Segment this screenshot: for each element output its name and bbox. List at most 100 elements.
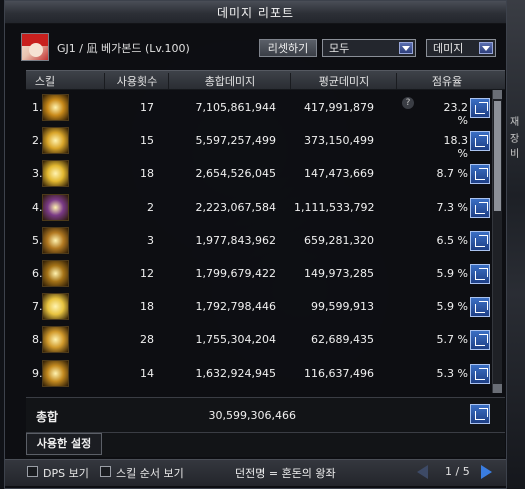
side-panel-text: 장비	[510, 134, 520, 160]
side-panel-edge: 재 장비	[507, 0, 525, 489]
share-icon[interactable]	[470, 330, 490, 351]
use-count: 18	[140, 167, 154, 181]
damage-share: 5.3 %	[436, 366, 468, 380]
table-row: 4. 2 2,223,067,584 1,111,533,792 7.3 %	[26, 191, 496, 224]
golden-burst-skill-icon	[42, 293, 69, 321]
share-icon[interactable]	[470, 297, 490, 318]
table-row: 9. 14 1,632,924,945 116,637,496 5.3 %	[26, 357, 496, 390]
average-damage: 62,689,435	[311, 333, 374, 347]
window-title: 데미지 리포트	[216, 6, 295, 20]
table-row: 1. 17 7,105,861,944 417,991,879 23.2 %	[26, 91, 496, 127]
side-panel-text: 재	[510, 117, 520, 128]
dungeon-name: 던전명 = 혼돈의 왕좌	[235, 467, 336, 480]
total-value: 30,599,306,466	[208, 409, 296, 422]
purple-warrior-skill-icon	[42, 193, 69, 221]
average-damage: 147,473,669	[304, 167, 374, 181]
share-icon[interactable]	[470, 264, 490, 284]
average-damage: 99,599,913	[311, 300, 374, 314]
average-damage: 149,973,285	[304, 267, 374, 280]
total-row: 총합 30,599,306,466	[26, 397, 505, 433]
column-header-count: 사용횟수	[104, 73, 169, 89]
golden-claw-skill-icon	[42, 326, 69, 354]
column-header-skill: 스킬	[34, 75, 56, 88]
damage-share: 8.7 %	[436, 167, 468, 181]
total-damage: 7,105,861,944	[195, 101, 276, 114]
table-row: 7. 18 1,792,798,446 99,599,913 5.9 %	[26, 290, 496, 323]
golden-slash-skill-icon	[42, 260, 69, 287]
character-name: GJ1 / 凪 베가본드 (Lv.100)	[57, 42, 190, 55]
window-titlebar[interactable]: 데미지 리포트	[5, 1, 506, 24]
filter-scope-value: 모두	[329, 42, 350, 55]
skill-order-checkbox[interactable]	[100, 466, 111, 477]
row-rank: 1.	[32, 101, 43, 114]
average-damage: 373,150,499	[304, 134, 374, 148]
use-count: 12	[140, 267, 154, 280]
total-damage: 2,654,526,045	[195, 167, 276, 181]
share-icon[interactable]	[470, 98, 490, 118]
dps-view-checkbox[interactable]	[27, 466, 38, 477]
use-count: 2	[147, 200, 154, 214]
share-icon[interactable]	[470, 131, 490, 152]
golden-wave-skill-icon	[42, 127, 69, 155]
scroll-thumb[interactable]	[494, 101, 501, 211]
share-icon[interactable]	[470, 404, 490, 424]
total-label: 총합	[36, 410, 59, 424]
settings-section: 사용한 설정	[26, 433, 505, 457]
table-row: 5. 3 1,977,843,962 659,281,320 6.5 %	[26, 224, 496, 257]
scroll-down-icon[interactable]	[493, 384, 502, 393]
damage-share: 5.9 %	[436, 267, 468, 280]
used-settings-tab[interactable]: 사용한 설정	[26, 433, 102, 455]
golden-shield-skill-icon	[42, 226, 69, 254]
filter-select-metric[interactable]: 데미지	[426, 39, 496, 57]
damage-report-window: 데미지 리포트 GJ1 / 凪 베가본드 (Lv.100) 리셋하기 모두 데미…	[4, 0, 507, 489]
share-icon[interactable]	[470, 197, 490, 218]
golden-cross-skill-icon	[42, 160, 69, 188]
row-rank: 6.	[32, 267, 43, 280]
damage-share: 23.2 %	[443, 101, 469, 127]
damage-share: 5.7 %	[436, 333, 468, 347]
damage-share: 7.3 %	[436, 200, 468, 214]
row-rank: 5.	[32, 233, 43, 247]
column-header-avg-damage: 평균데미지	[290, 73, 397, 89]
table-row: 3. 18 2,654,526,045 147,473,669 8.7 %	[26, 157, 496, 190]
damage-share: 5.9 %	[436, 300, 468, 314]
row-rank: 4.	[32, 200, 43, 214]
share-icon[interactable]	[470, 363, 490, 384]
average-damage: 116,637,496	[304, 366, 374, 380]
scroll-up-icon[interactable]	[493, 90, 502, 99]
use-count: 28	[140, 333, 154, 347]
table-row: 6. 12 1,799,679,422 149,973,285 5.9 %	[26, 257, 496, 290]
column-header-share: 점유율	[396, 73, 497, 89]
average-damage: 1,111,533,792	[294, 200, 375, 214]
use-count: 17	[140, 101, 154, 114]
chevron-down-icon[interactable]	[479, 42, 493, 54]
character-avatar	[21, 33, 49, 61]
next-page-icon[interactable]	[481, 465, 492, 479]
skill-order-label: 스킬 순서 보기	[116, 467, 184, 480]
previous-page-icon[interactable]	[417, 465, 428, 479]
use-count: 3	[147, 233, 154, 247]
golden-spiral-skill-icon	[42, 94, 69, 121]
share-icon[interactable]	[470, 230, 490, 251]
use-count: 15	[140, 134, 154, 148]
total-damage: 1,632,924,945	[195, 366, 276, 380]
footer-bar: DPS 보기 스킬 순서 보기 던전명 = 혼돈의 왕좌 1 / 5	[5, 459, 506, 486]
filter-select-scope[interactable]: 모두	[322, 39, 416, 57]
average-damage: 659,281,320	[304, 233, 374, 247]
row-rank: 8.	[32, 333, 43, 347]
column-header-total-damage: 총합데미지	[168, 73, 291, 89]
chevron-down-icon[interactable]	[399, 42, 413, 54]
avatar-face	[29, 43, 43, 57]
table-row: 8. 28 1,755,304,204 62,689,435 5.7 %	[26, 323, 496, 356]
reset-button[interactable]: 리셋하기	[259, 39, 317, 57]
use-count: 14	[140, 366, 154, 380]
row-rank: 9.	[32, 366, 43, 380]
filter-metric-value: 데미지	[433, 42, 464, 55]
total-damage: 1,977,843,962	[195, 233, 276, 247]
table-row: 2. 15 5,597,257,499 373,150,499 18.3 %	[26, 124, 496, 160]
share-icon[interactable]	[470, 164, 490, 185]
row-rank: 3.	[32, 167, 43, 181]
list-scrollbar[interactable]	[492, 90, 502, 393]
total-damage: 1,755,304,204	[195, 333, 276, 347]
golden-ring-skill-icon	[42, 359, 69, 387]
